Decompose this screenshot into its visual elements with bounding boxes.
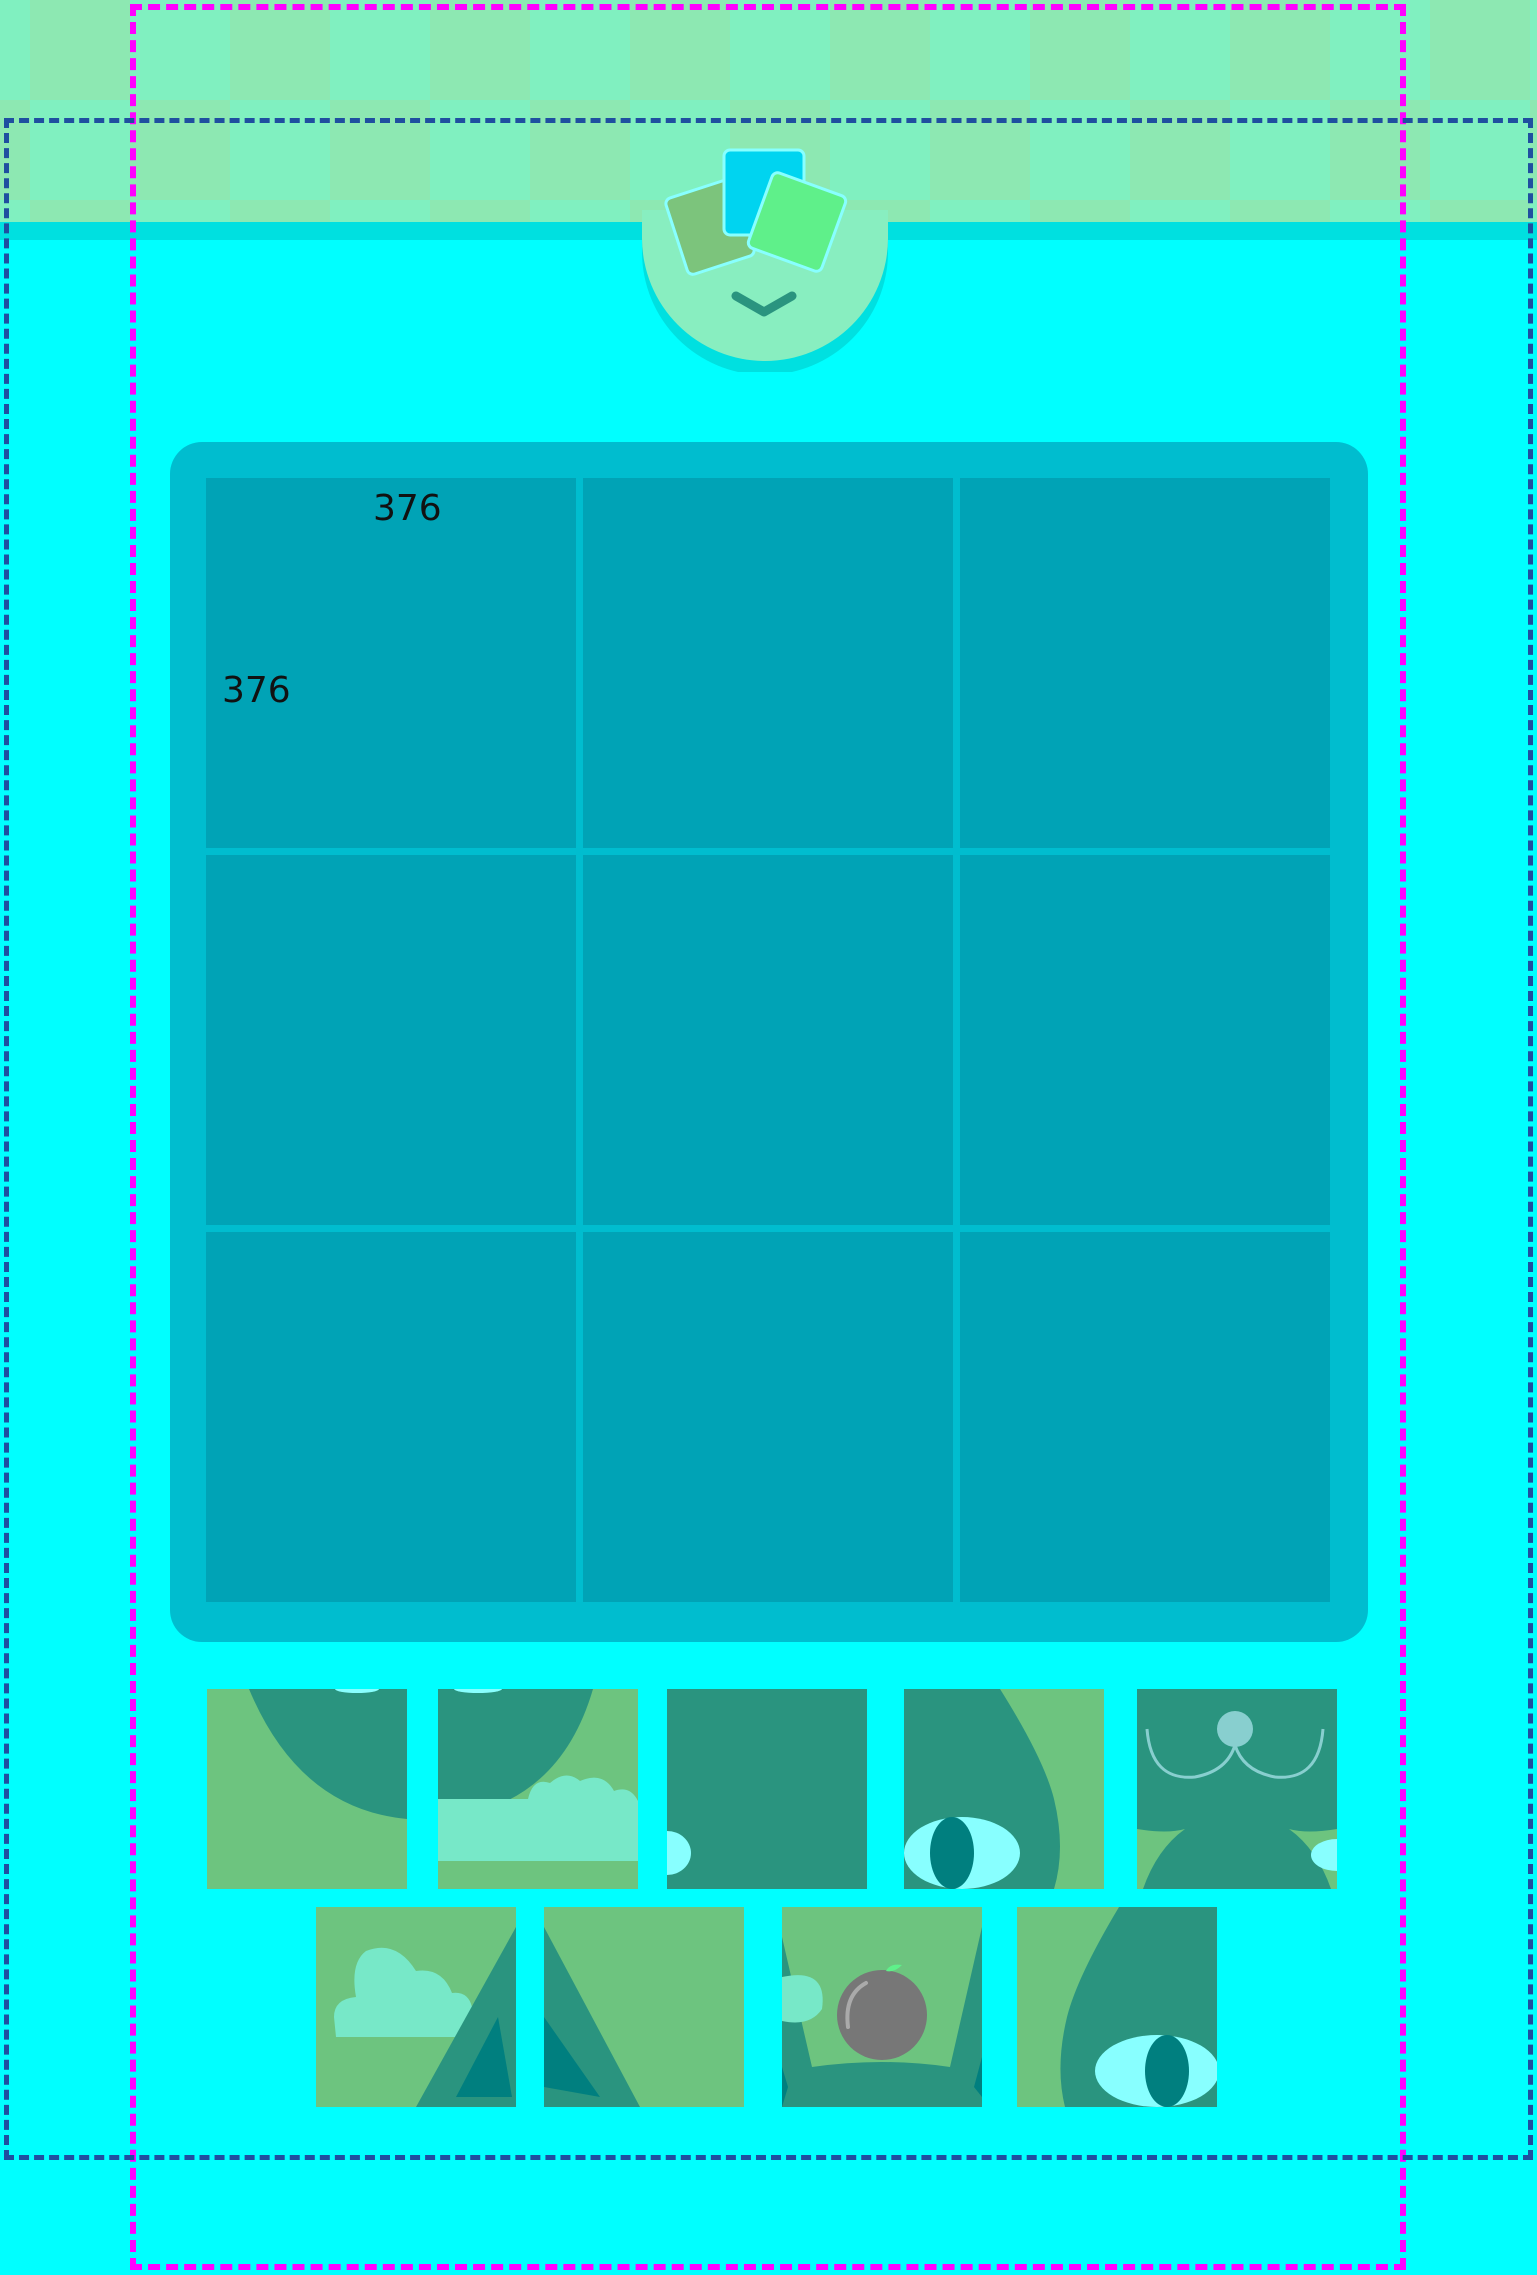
puzzle-piece[interactable] — [207, 1689, 407, 1889]
grid-cell[interactable] — [206, 478, 576, 848]
puzzle-piece[interactable] — [904, 1689, 1104, 1889]
grid-cell[interactable] — [206, 1232, 576, 1602]
grid-cell[interactable] — [960, 1232, 1330, 1602]
grid-cell[interactable] — [206, 855, 576, 1225]
puzzle-piece[interactable] — [438, 1689, 638, 1889]
grid-cell[interactable] — [960, 478, 1330, 848]
puzzle-piece[interactable] — [544, 1907, 744, 2107]
grid-divider — [206, 1225, 1330, 1232]
puzzle-piece[interactable] — [1137, 1689, 1337, 1889]
grid-cell[interactable] — [583, 478, 953, 848]
grid-divider — [576, 478, 583, 1602]
puzzle-piece[interactable] — [1017, 1907, 1217, 2107]
grid-cell[interactable] — [583, 855, 953, 1225]
grid-divider — [953, 478, 960, 1602]
grid-width-label: 376 — [373, 488, 442, 529]
grid-divider — [206, 848, 1330, 855]
grid-height-label: 376 — [222, 670, 291, 711]
puzzle-piece[interactable] — [316, 1907, 516, 2107]
grid-cell[interactable] — [583, 1232, 953, 1602]
menu-toggle-button[interactable] — [640, 110, 890, 375]
puzzle-grid — [206, 478, 1330, 1602]
puzzle-piece[interactable] — [667, 1689, 867, 1889]
puzzle-piece[interactable] — [782, 1907, 982, 2107]
grid-cell[interactable] — [960, 855, 1330, 1225]
